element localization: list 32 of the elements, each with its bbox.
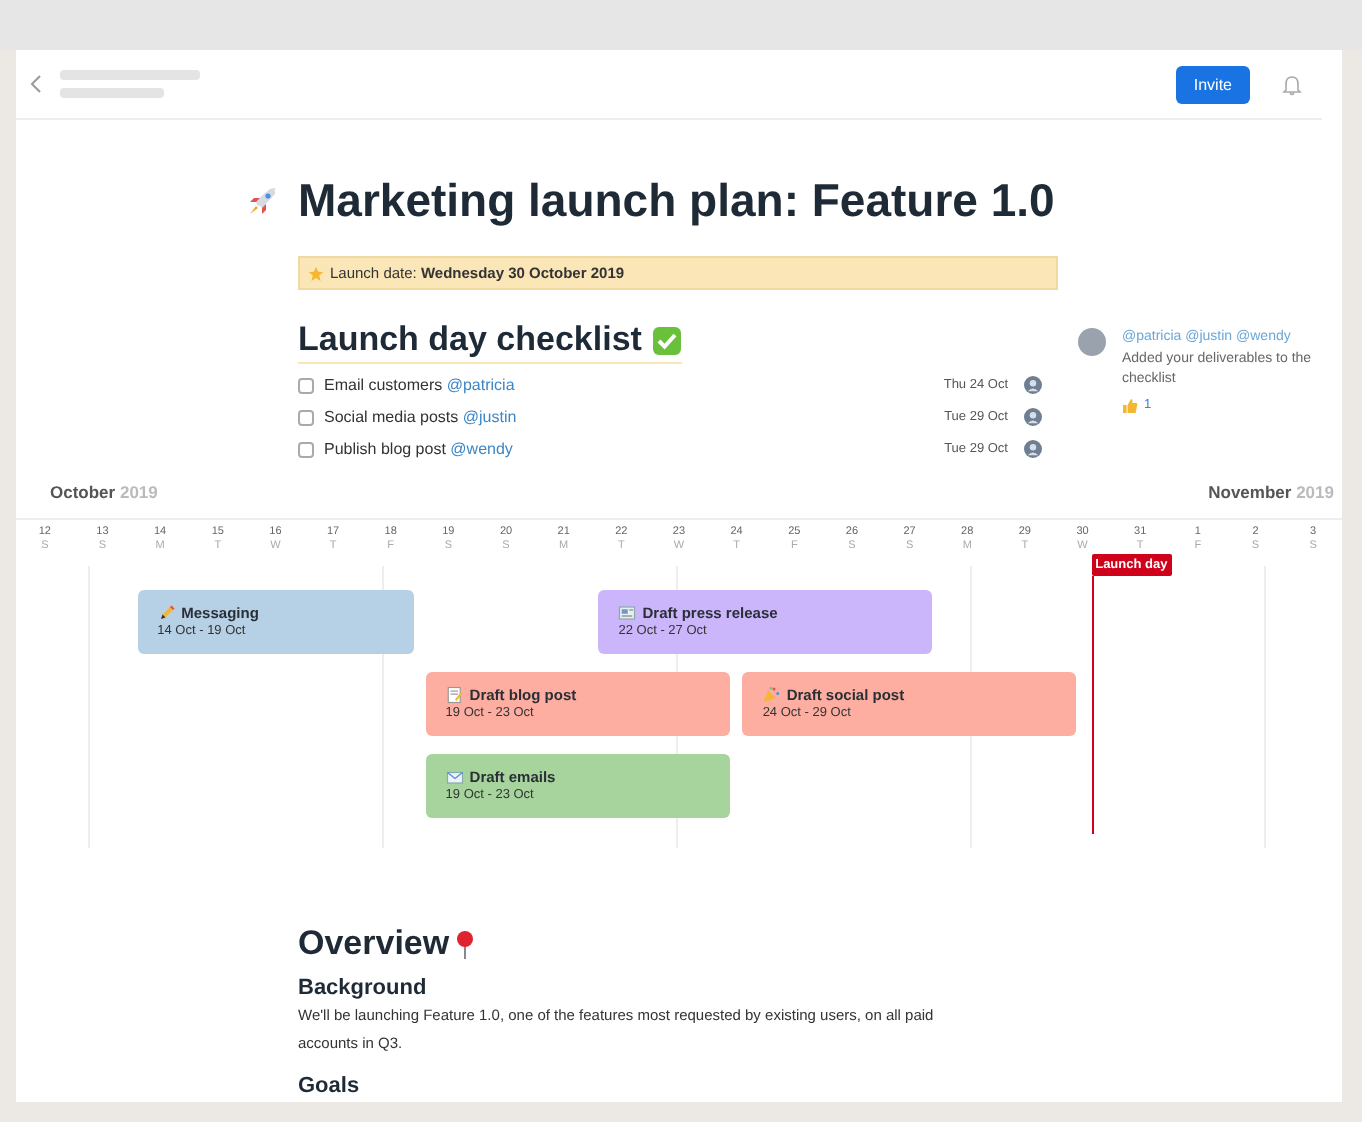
checkbox[interactable] xyxy=(298,409,314,425)
avatar-icon xyxy=(1024,376,1042,394)
month-label: October 2019 xyxy=(50,482,158,506)
avatar-icon xyxy=(1024,408,1042,426)
skeleton-line xyxy=(60,70,200,80)
checklist-item-text: Publish blog post @wendy xyxy=(324,440,515,458)
invite-button[interactable]: Invite xyxy=(1175,65,1250,103)
pencil-icon xyxy=(157,604,176,622)
envelope-icon xyxy=(445,768,464,786)
back-icon[interactable] xyxy=(28,74,44,94)
section-heading: Goals xyxy=(298,1074,362,1098)
avatar xyxy=(1078,328,1106,356)
skeleton-line xyxy=(60,88,164,98)
checklist-heading: Launch day checklist xyxy=(298,320,642,360)
star-icon xyxy=(308,265,324,281)
checkbox[interactable] xyxy=(298,441,314,457)
checklist-item-text: Social media posts @justin xyxy=(324,408,519,426)
notification-bell-icon[interactable] xyxy=(1282,73,1302,95)
party-popper-icon xyxy=(762,686,781,704)
checkbox[interactable] xyxy=(298,377,314,393)
page-title: Marketing launch plan: Feature 1.0 xyxy=(298,174,1055,228)
overview-heading: Overview xyxy=(298,924,450,964)
section-heading: Background xyxy=(298,976,429,1000)
memo-icon xyxy=(445,686,464,704)
check-mark-icon xyxy=(651,325,682,355)
checklist-item-text: Email customers @patricia xyxy=(324,376,517,394)
thumbs-up-icon[interactable] xyxy=(1122,397,1138,413)
month-label: November 2019 xyxy=(1208,482,1334,506)
avatar-icon xyxy=(1024,440,1042,458)
rocket-icon xyxy=(246,185,278,217)
pushpin-icon xyxy=(453,929,476,959)
newspaper-icon xyxy=(618,604,637,622)
